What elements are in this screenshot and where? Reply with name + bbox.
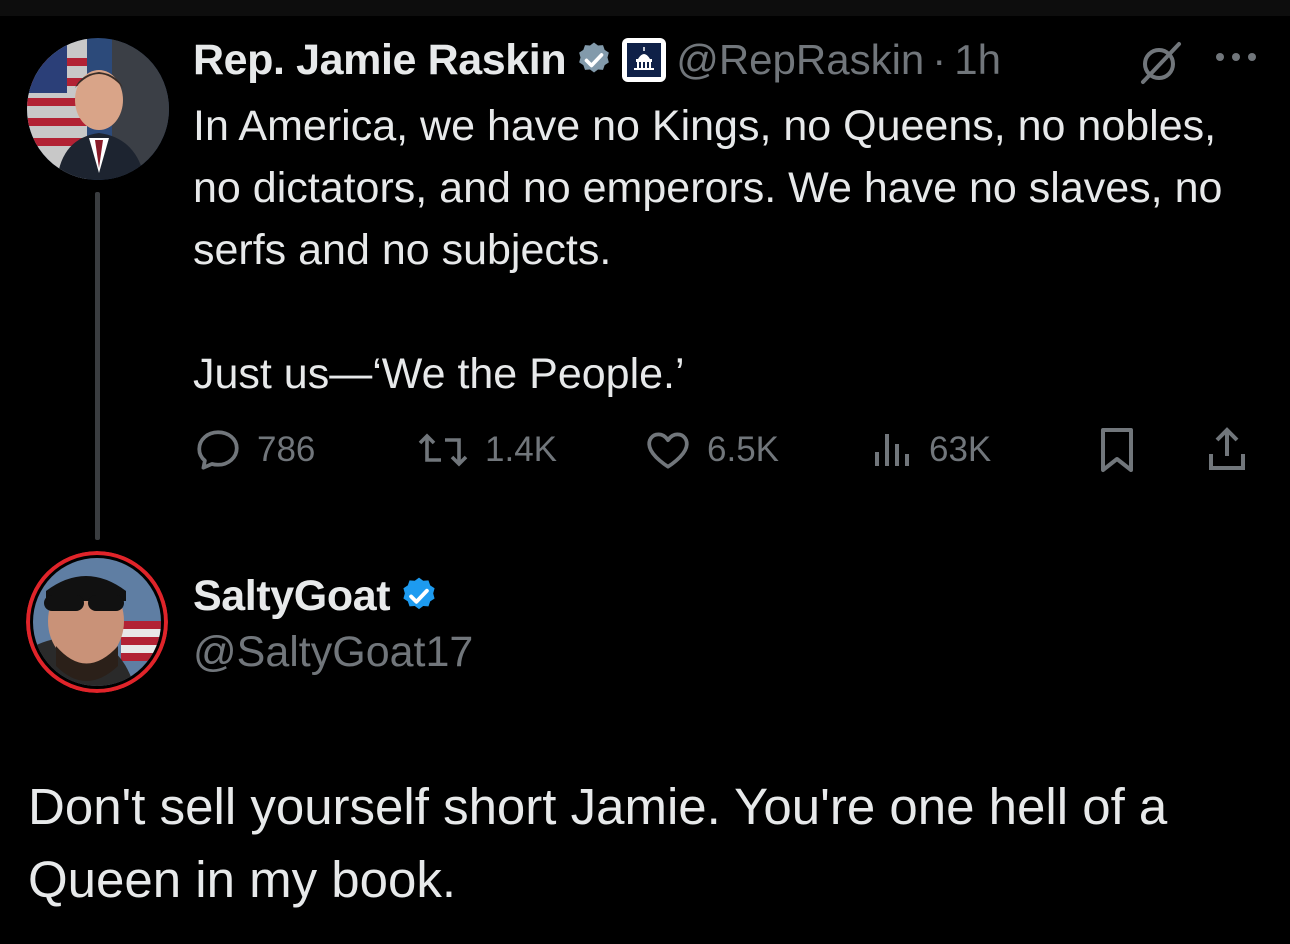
verified-badge-icon <box>398 575 440 617</box>
grok-icon[interactable] <box>1137 38 1185 91</box>
repost-icon <box>418 433 468 467</box>
tweet2-header: SaltyGoat <box>193 568 440 624</box>
reply-icon <box>197 430 239 470</box>
tweet1-action-bar: 786 1.4K 6.5K 63K <box>193 420 1263 480</box>
like-button[interactable]: 6.5K <box>643 420 779 480</box>
tweet2-text: Don't sell yourself short Jamie. You're … <box>28 778 1168 908</box>
tweet1-separator: · <box>932 36 947 83</box>
tweet1-paragraph-1: In America, we have no Kings, no Queens,… <box>193 102 1223 274</box>
top-status-strip <box>0 0 1290 16</box>
reply-count: 786 <box>257 430 316 469</box>
share-icon <box>1209 427 1245 470</box>
tweet2-handle[interactable]: @SaltyGoat17 <box>193 628 473 677</box>
tweet1-text: In America, we have no Kings, no Queens,… <box>193 95 1253 405</box>
thread-connector-line <box>95 192 100 540</box>
tweet1-timestamp[interactable]: 1h <box>954 36 1001 84</box>
capitol-org-badge-icon[interactable] <box>622 38 667 82</box>
more-options-icon[interactable] <box>1214 50 1258 69</box>
rep-raskin-avatar[interactable] <box>27 38 169 180</box>
tweet1-header: Rep. Jamie Raskin @RepRaskin · 1h <box>193 30 1001 90</box>
share-button[interactable] <box>1203 420 1251 480</box>
tweet1-paragraph-2: Just us—‘We the People.’ <box>193 350 685 398</box>
like-icon <box>647 432 689 469</box>
tweet1-handle[interactable]: @RepRaskin <box>676 36 924 84</box>
like-count: 6.5K <box>707 430 779 469</box>
saltygoat-avatar[interactable] <box>26 551 168 693</box>
bookmark-button[interactable] <box>1095 420 1139 480</box>
verified-badge-icon <box>574 40 614 80</box>
reply-button[interactable]: 786 <box>193 420 315 480</box>
views-button[interactable]: 63K <box>871 420 991 480</box>
repost-button[interactable]: 1.4K <box>415 420 557 480</box>
repost-count: 1.4K <box>485 430 557 469</box>
views-icon <box>875 434 909 466</box>
tweet1-display-name[interactable]: Rep. Jamie Raskin <box>193 36 567 85</box>
views-count: 63K <box>929 430 992 469</box>
tweet2-display-name[interactable]: SaltyGoat <box>193 572 391 621</box>
bookmark-icon <box>1101 428 1133 472</box>
